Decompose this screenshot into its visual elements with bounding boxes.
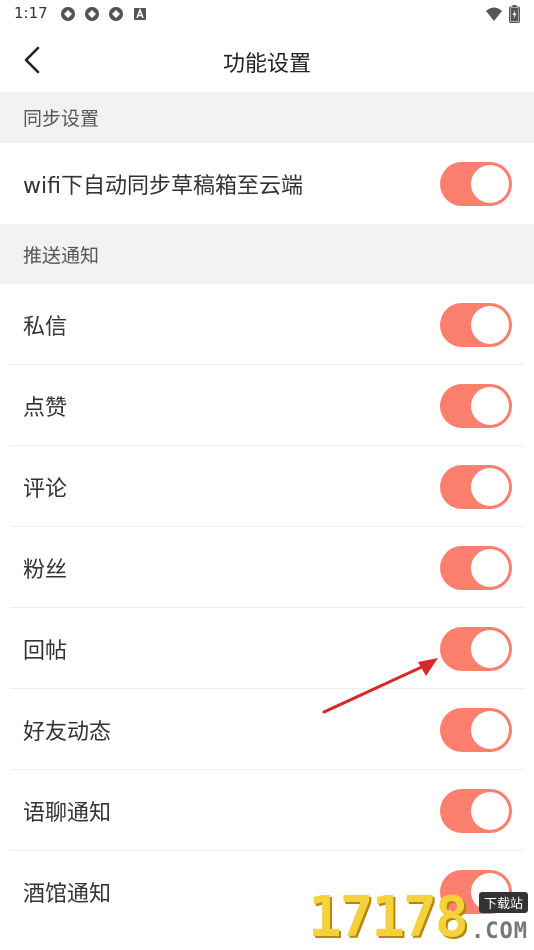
- status-system-icons: [485, 5, 520, 23]
- replies-toggle[interactable]: [440, 626, 512, 671]
- toggle-knob: [471, 791, 509, 830]
- annotation-arrow-icon: [322, 658, 438, 714]
- battery-charging-icon: [509, 5, 520, 23]
- toggle-knob: [471, 467, 509, 506]
- comments-toggle[interactable]: [440, 464, 512, 509]
- nav-bar: 功能设置: [0, 28, 534, 92]
- app-notification-icon: [109, 7, 123, 21]
- setting-label: 评论: [23, 476, 68, 502]
- section-title: 推送通知: [23, 244, 100, 267]
- watermark-badge: 下载站: [478, 892, 528, 913]
- toggle-knob: [471, 710, 509, 749]
- page-title: 功能设置: [222, 52, 311, 77]
- followers-toggle[interactable]: [440, 545, 512, 590]
- voice-chat-toggle[interactable]: [440, 788, 512, 833]
- setting-row-followers: 粉丝: [0, 527, 534, 608]
- setting-label: 粉丝: [23, 557, 68, 583]
- toggle-knob: [471, 164, 509, 203]
- status-notification-icons: [60, 6, 148, 22]
- toggle-knob: [471, 305, 509, 344]
- setting-label: 酒馆通知: [23, 881, 112, 907]
- setting-row-replies: 回帖: [0, 608, 534, 689]
- watermark-domain: .COM: [471, 919, 528, 944]
- section-title: 同步设置: [23, 108, 100, 130]
- status-bar: 1:17: [0, 0, 534, 28]
- wifi-sync-toggle[interactable]: [440, 161, 512, 206]
- setting-row-wifi-sync: wifi下自动同步草稿箱至云端: [0, 143, 534, 224]
- app-notification-icon: [85, 7, 99, 21]
- status-time: 1:17: [14, 4, 48, 22]
- section-header-push: 推送通知: [0, 224, 534, 284]
- a-badge-icon: [134, 7, 146, 20]
- setting-label: 点赞: [23, 395, 68, 421]
- setting-row-friend-activity: 好友动态: [0, 689, 534, 770]
- app-notification-icon: [61, 7, 75, 21]
- toggle-knob: [471, 629, 509, 668]
- wifi-icon: [486, 7, 502, 21]
- setting-label: 语聊通知: [23, 800, 112, 826]
- private-message-toggle[interactable]: [440, 302, 512, 347]
- toggle-knob: [471, 548, 509, 587]
- setting-label: wifi下自动同步草稿箱至云端: [23, 173, 303, 199]
- section-header-sync: 同步设置: [0, 92, 534, 143]
- watermark-digits: 17178: [308, 885, 469, 950]
- friend-activity-toggle[interactable]: [440, 707, 512, 752]
- likes-toggle[interactable]: [440, 383, 512, 428]
- setting-label: 私信: [23, 314, 68, 340]
- setting-row-likes: 点赞: [0, 365, 534, 446]
- setting-row-voice-chat: 语聊通知: [0, 770, 534, 851]
- watermark-logo: 17178 下载站 .COM: [308, 886, 534, 950]
- setting-row-private-message: 私信: [0, 284, 534, 365]
- setting-label: 回帖: [23, 638, 68, 664]
- toggle-knob: [471, 386, 509, 425]
- setting-row-comments: 评论: [0, 446, 534, 527]
- setting-label: 好友动态: [23, 719, 112, 745]
